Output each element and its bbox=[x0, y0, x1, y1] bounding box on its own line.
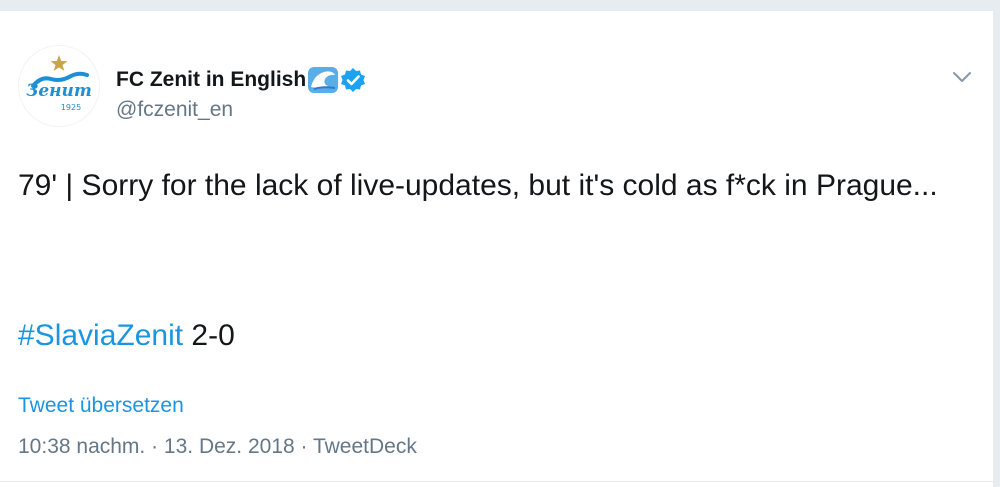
score-text: 2-0 bbox=[183, 319, 235, 352]
author-name-row[interactable]: FC Zenit in English bbox=[116, 65, 366, 95]
tweet-text: 79' | Sorry for the lack of live-updates… bbox=[18, 169, 938, 202]
translate-tweet-link[interactable]: Tweet übersetzen bbox=[18, 394, 184, 418]
chevron-down-icon[interactable] bbox=[950, 67, 974, 87]
svg-text:1925: 1925 bbox=[61, 103, 81, 112]
hashtag-link[interactable]: #SlaviaZenit bbox=[18, 319, 183, 352]
verified-badge-icon bbox=[340, 67, 366, 93]
tweet-card: Зенит 1925 FC Zenit in English @fczenit_… bbox=[0, 10, 993, 487]
avatar[interactable]: Зенит 1925 bbox=[18, 45, 100, 127]
zenit-logo-icon: Зенит 1925 bbox=[19, 46, 99, 126]
svg-text:Зенит: Зенит bbox=[26, 81, 92, 101]
user-handle[interactable]: @fczenit_en bbox=[116, 98, 233, 122]
display-name[interactable]: FC Zenit in English bbox=[116, 68, 306, 92]
tweet-hashtag-line: #SlaviaZenit 2-0 bbox=[18, 313, 235, 358]
tweet-timestamp[interactable]: 10:38 nachm. · 13. Dez. 2018 · TweetDeck bbox=[18, 435, 417, 459]
divider bbox=[0, 481, 993, 482]
wave-icon bbox=[308, 67, 339, 93]
